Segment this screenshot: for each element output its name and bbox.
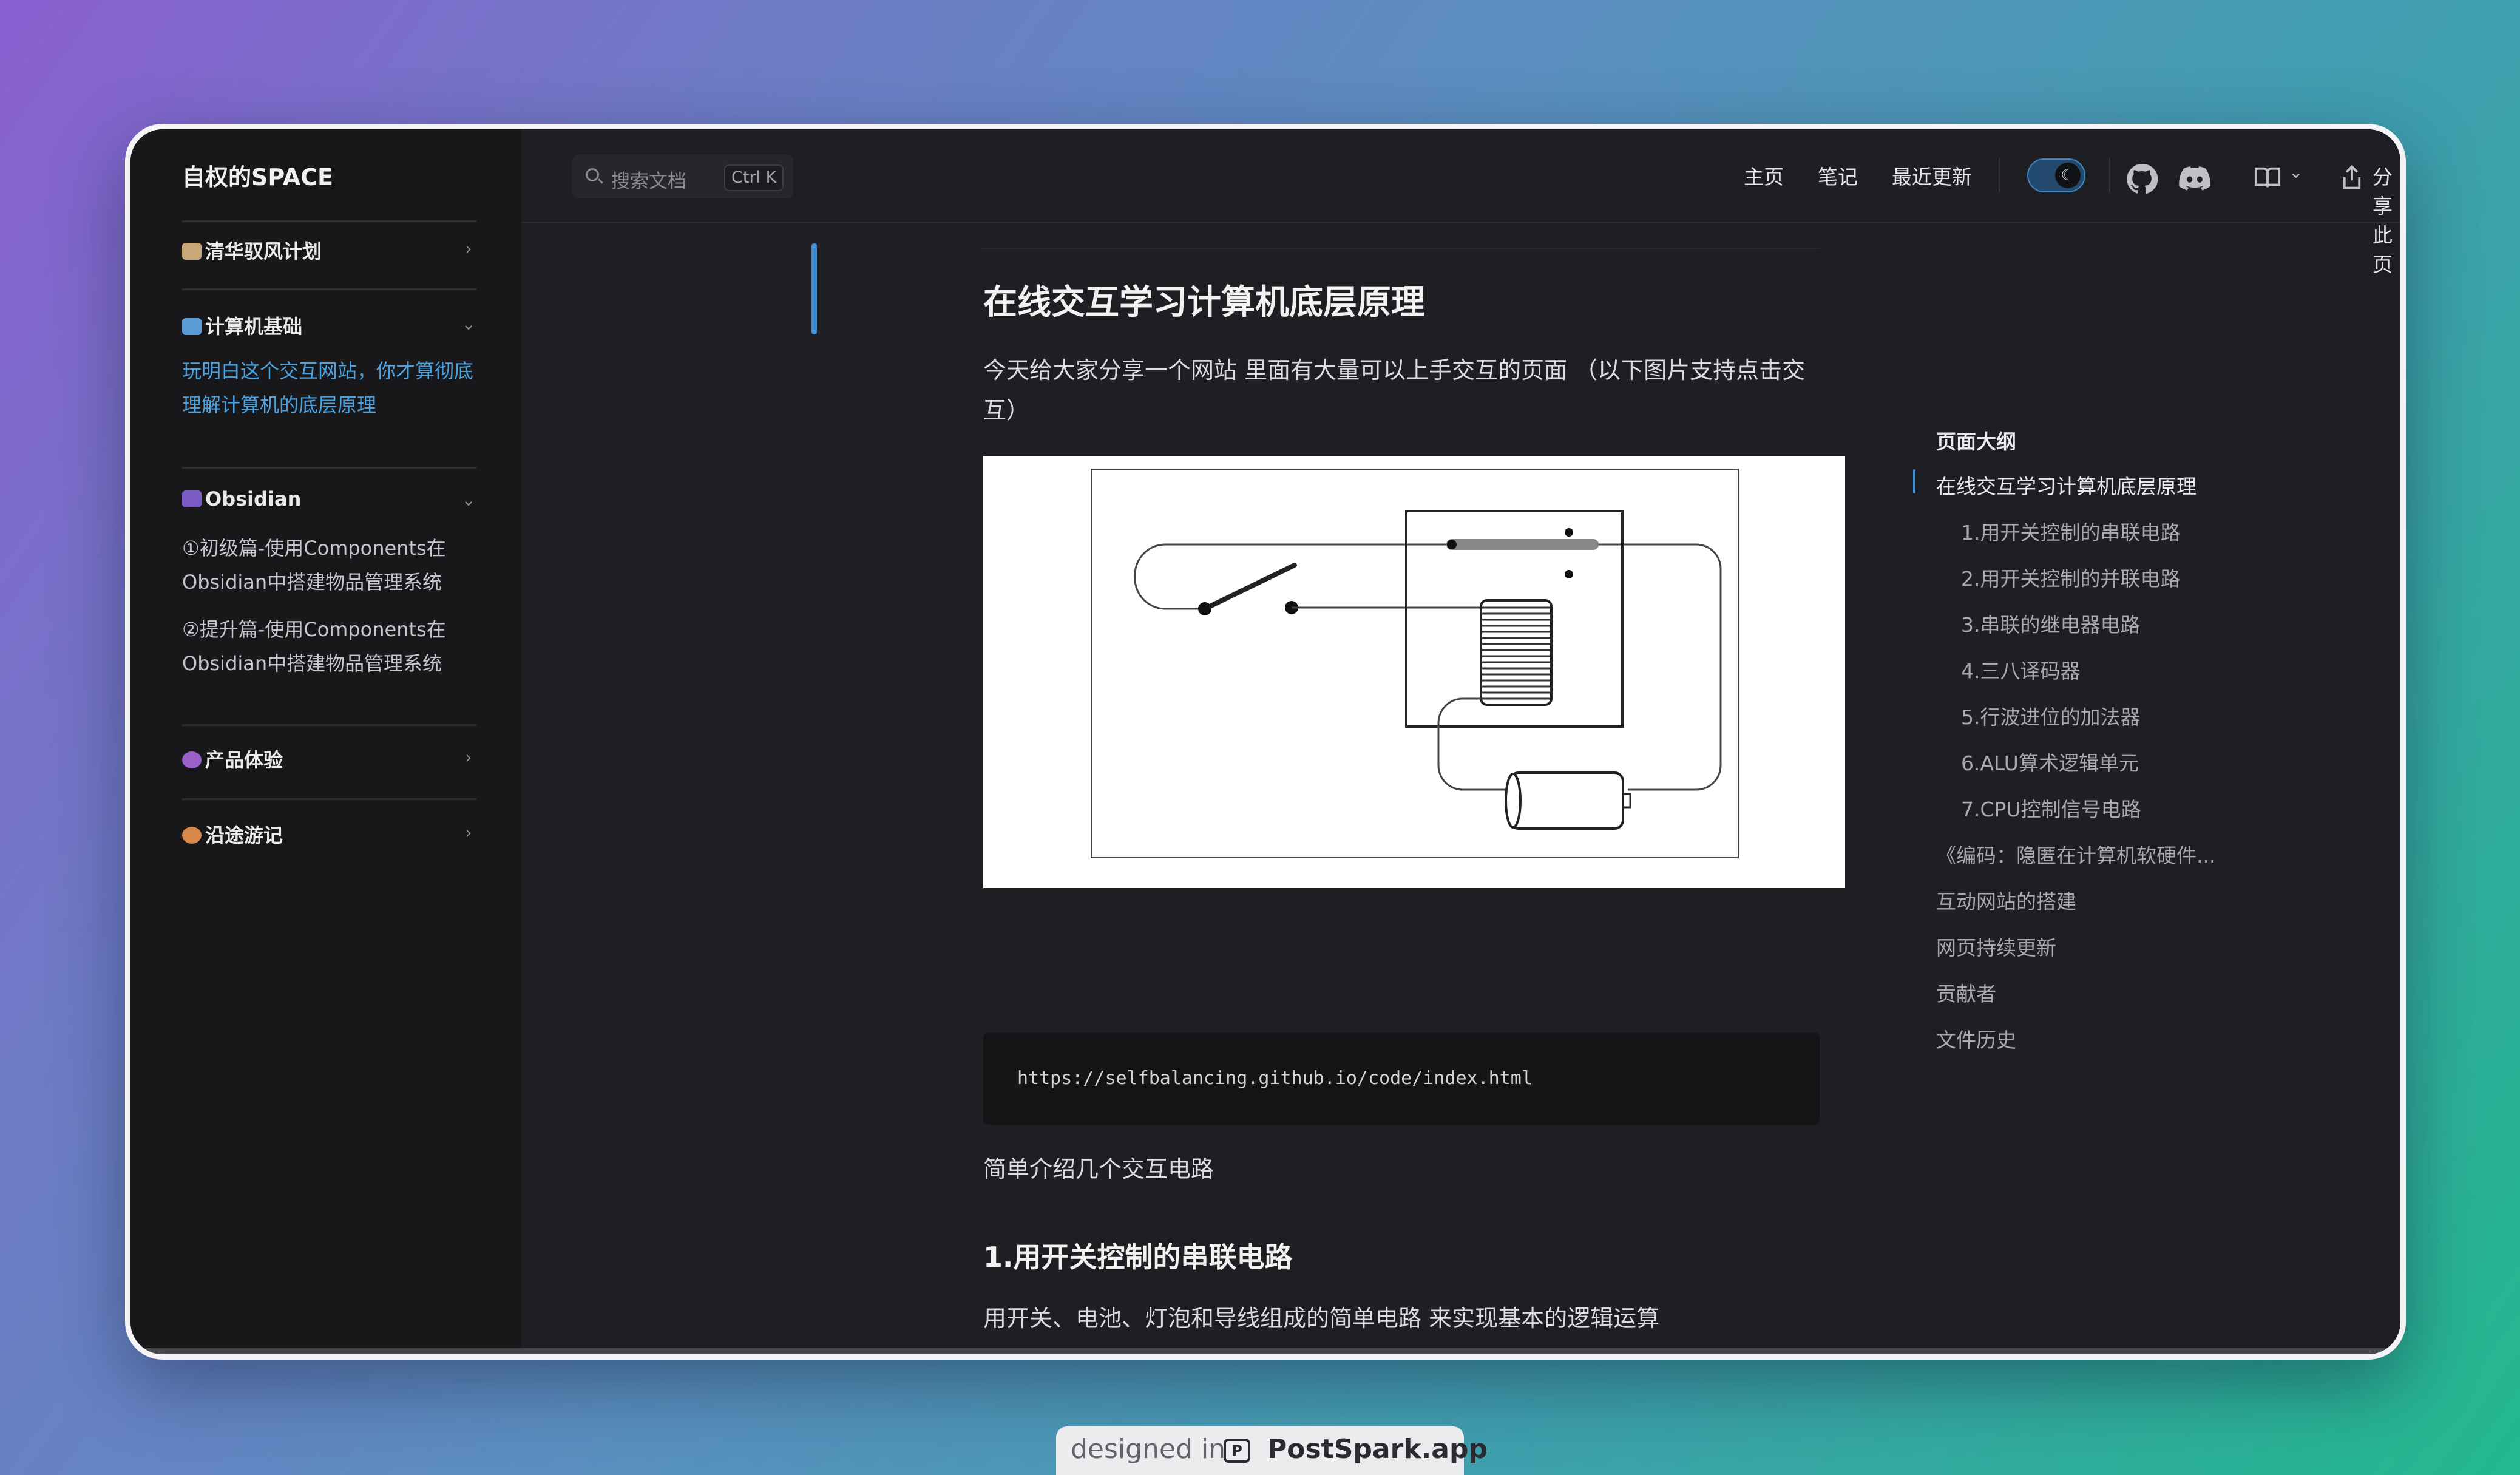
sidebar: 自权的SPACE 清华驭风计划 › 计算机基础 ⌄ 玩明白这个交互网站，你才算彻… xyxy=(130,129,521,1354)
sidebar-section-label: 产品体验 xyxy=(205,748,283,771)
divider xyxy=(980,248,1820,249)
outline-active-marker xyxy=(1913,469,1915,493)
outline-item[interactable]: 1.用开关控制的串联电路 xyxy=(1961,517,2181,546)
sidebar-section-products[interactable]: 产品体验 xyxy=(182,745,283,773)
chevron-right-icon[interactable]: › xyxy=(458,822,479,843)
chevron-down-icon[interactable]: ⌄ xyxy=(458,314,479,334)
top-navbar: 搜索文档 Ctrl K 主页 笔记 最近更新 ☾ ⌄ 分享此页 xyxy=(521,129,2400,276)
divider xyxy=(182,724,476,726)
article-paragraph: 简单介绍几个交互电路 xyxy=(983,1156,1214,1182)
scrollbar-track[interactable] xyxy=(130,1348,2400,1354)
site-brand[interactable]: 自权的SPACE xyxy=(182,158,333,192)
eggplant-icon xyxy=(182,751,202,768)
relay-circuit-diagram xyxy=(1091,469,1739,858)
sidebar-section-label: Obsidian xyxy=(205,487,302,510)
share-page-button[interactable]: 分享此页 xyxy=(2373,161,2400,277)
theme-toggle[interactable]: ☾ xyxy=(2027,158,2085,192)
search-shortcut: Ctrl K xyxy=(724,164,784,191)
sidebar-item-interactive-site[interactable]: 玩明白这个交互网站，你才算彻底理解计算机的底层原理 xyxy=(182,354,479,422)
share-icon[interactable] xyxy=(2341,164,2363,190)
divider xyxy=(2109,158,2110,192)
outline-item[interactable]: 5.行波进位的加法器 xyxy=(1961,701,2141,730)
docs-page: 自权的SPACE 清华驭风计划 › 计算机基础 ⌄ 玩明白这个交互网站，你才算彻… xyxy=(130,129,2400,1354)
outline-item[interactable]: 7.CPU控制信号电路 xyxy=(1961,793,2141,822)
sidebar-item-obsidian-advanced[interactable]: ②提升篇-使用Components在Obsidian中搭建物品管理系统 xyxy=(182,612,479,680)
sidebar-section-thu[interactable]: 清华驭风计划 xyxy=(182,236,322,264)
book-icon[interactable] xyxy=(2254,166,2281,190)
compass-icon xyxy=(182,827,202,844)
browser-frame: 自权的SPACE 清华驭风计划 › 计算机基础 ⌄ 玩明白这个交互网站，你才算彻… xyxy=(125,124,2406,1360)
outline-item[interactable]: 3.串联的继电器电路 xyxy=(1961,609,2141,638)
article-paragraph: 用开关、电池、灯泡和导线组成的简单电路 来实现基本的逻辑运算 xyxy=(983,1305,1660,1332)
sidebar-section-travel[interactable]: 沿途游记 xyxy=(182,820,283,848)
search-icon xyxy=(586,168,599,181)
chevron-down-icon[interactable]: ⌄ xyxy=(2289,162,2303,182)
sidebar-section-label: 沿途游记 xyxy=(205,824,283,847)
moon-icon: ☾ xyxy=(2055,163,2081,188)
outline-item[interactable]: 文件历史 xyxy=(1936,1024,2016,1053)
outline-item[interactable]: 《编码：隐匿在计算机软硬件... xyxy=(1936,839,2215,869)
code-url[interactable]: https://selfbalancing.github.io/code/ind… xyxy=(1017,1068,1533,1089)
watermark-badge: designed in P PostSpark.app xyxy=(1056,1426,1488,1475)
search-placeholder: 搜索文档 xyxy=(611,171,686,192)
relay-circuit-image[interactable] xyxy=(983,456,1845,888)
outline-item[interactable]: 4.三八译码器 xyxy=(1961,655,2081,684)
divider xyxy=(182,467,476,469)
divider xyxy=(182,288,476,290)
outline-item[interactable]: 2.用开关控制的并联电路 xyxy=(1961,563,2181,592)
divider xyxy=(182,798,476,800)
outline-item[interactable]: 网页持续更新 xyxy=(1936,932,2056,961)
outline-item[interactable]: 在线交互学习计算机底层原理 xyxy=(1936,470,2197,500)
outline-item[interactable]: 互动网站的搭建 xyxy=(1936,886,2076,915)
footer-app-name: PostSpark.app xyxy=(1267,1434,1488,1465)
outline-item[interactable]: 贡献者 xyxy=(1936,978,1996,1007)
nav-notes[interactable]: 笔记 xyxy=(1818,161,1858,190)
sidebar-item-obsidian-basic[interactable]: ①初级篇-使用Components在Obsidian中搭建物品管理系统 xyxy=(182,531,479,599)
article-intro: 今天给大家分享一个网站 里面有大量可以上手交互的页面 （以下图片支持点击交互） xyxy=(983,357,1806,424)
sidebar-section-label: 清华驭风计划 xyxy=(205,240,322,263)
nav-home[interactable]: 主页 xyxy=(1744,161,1784,190)
outline-heading: 页面大纲 xyxy=(1936,430,2016,453)
sidebar-section-cs-basics[interactable]: 计算机基础 xyxy=(182,311,302,339)
section-heading: 1.用开关控制的串联电路 xyxy=(983,1241,1293,1273)
sidebar-section-label: 计算机基础 xyxy=(205,315,303,338)
divider xyxy=(182,220,476,222)
school-icon xyxy=(182,243,202,260)
notebook-icon xyxy=(182,490,202,507)
chevron-right-icon[interactable]: › xyxy=(458,747,479,768)
sidebar-section-obsidian[interactable]: Obsidian xyxy=(182,487,301,510)
github-icon[interactable] xyxy=(2126,163,2158,195)
discord-icon[interactable] xyxy=(2178,164,2211,194)
postspark-logo-icon: P xyxy=(1224,1439,1250,1463)
chevron-down-icon[interactable]: ⌄ xyxy=(458,490,479,510)
footer-designed-in: designed in xyxy=(1071,1434,1226,1465)
chevron-right-icon[interactable]: › xyxy=(458,239,479,259)
article-title: 在线交互学习计算机底层原理 xyxy=(983,283,1425,322)
laptop-icon xyxy=(182,318,202,335)
nav-recent-updates[interactable]: 最近更新 xyxy=(1892,161,1972,190)
divider xyxy=(1999,158,2000,192)
search-box[interactable]: 搜索文档 Ctrl K xyxy=(572,155,793,198)
outline-item[interactable]: 6.ALU算术逻辑单元 xyxy=(1961,747,2139,776)
heading-accent-bar xyxy=(811,243,817,334)
code-block[interactable]: https://selfbalancing.github.io/code/ind… xyxy=(983,1032,1820,1125)
